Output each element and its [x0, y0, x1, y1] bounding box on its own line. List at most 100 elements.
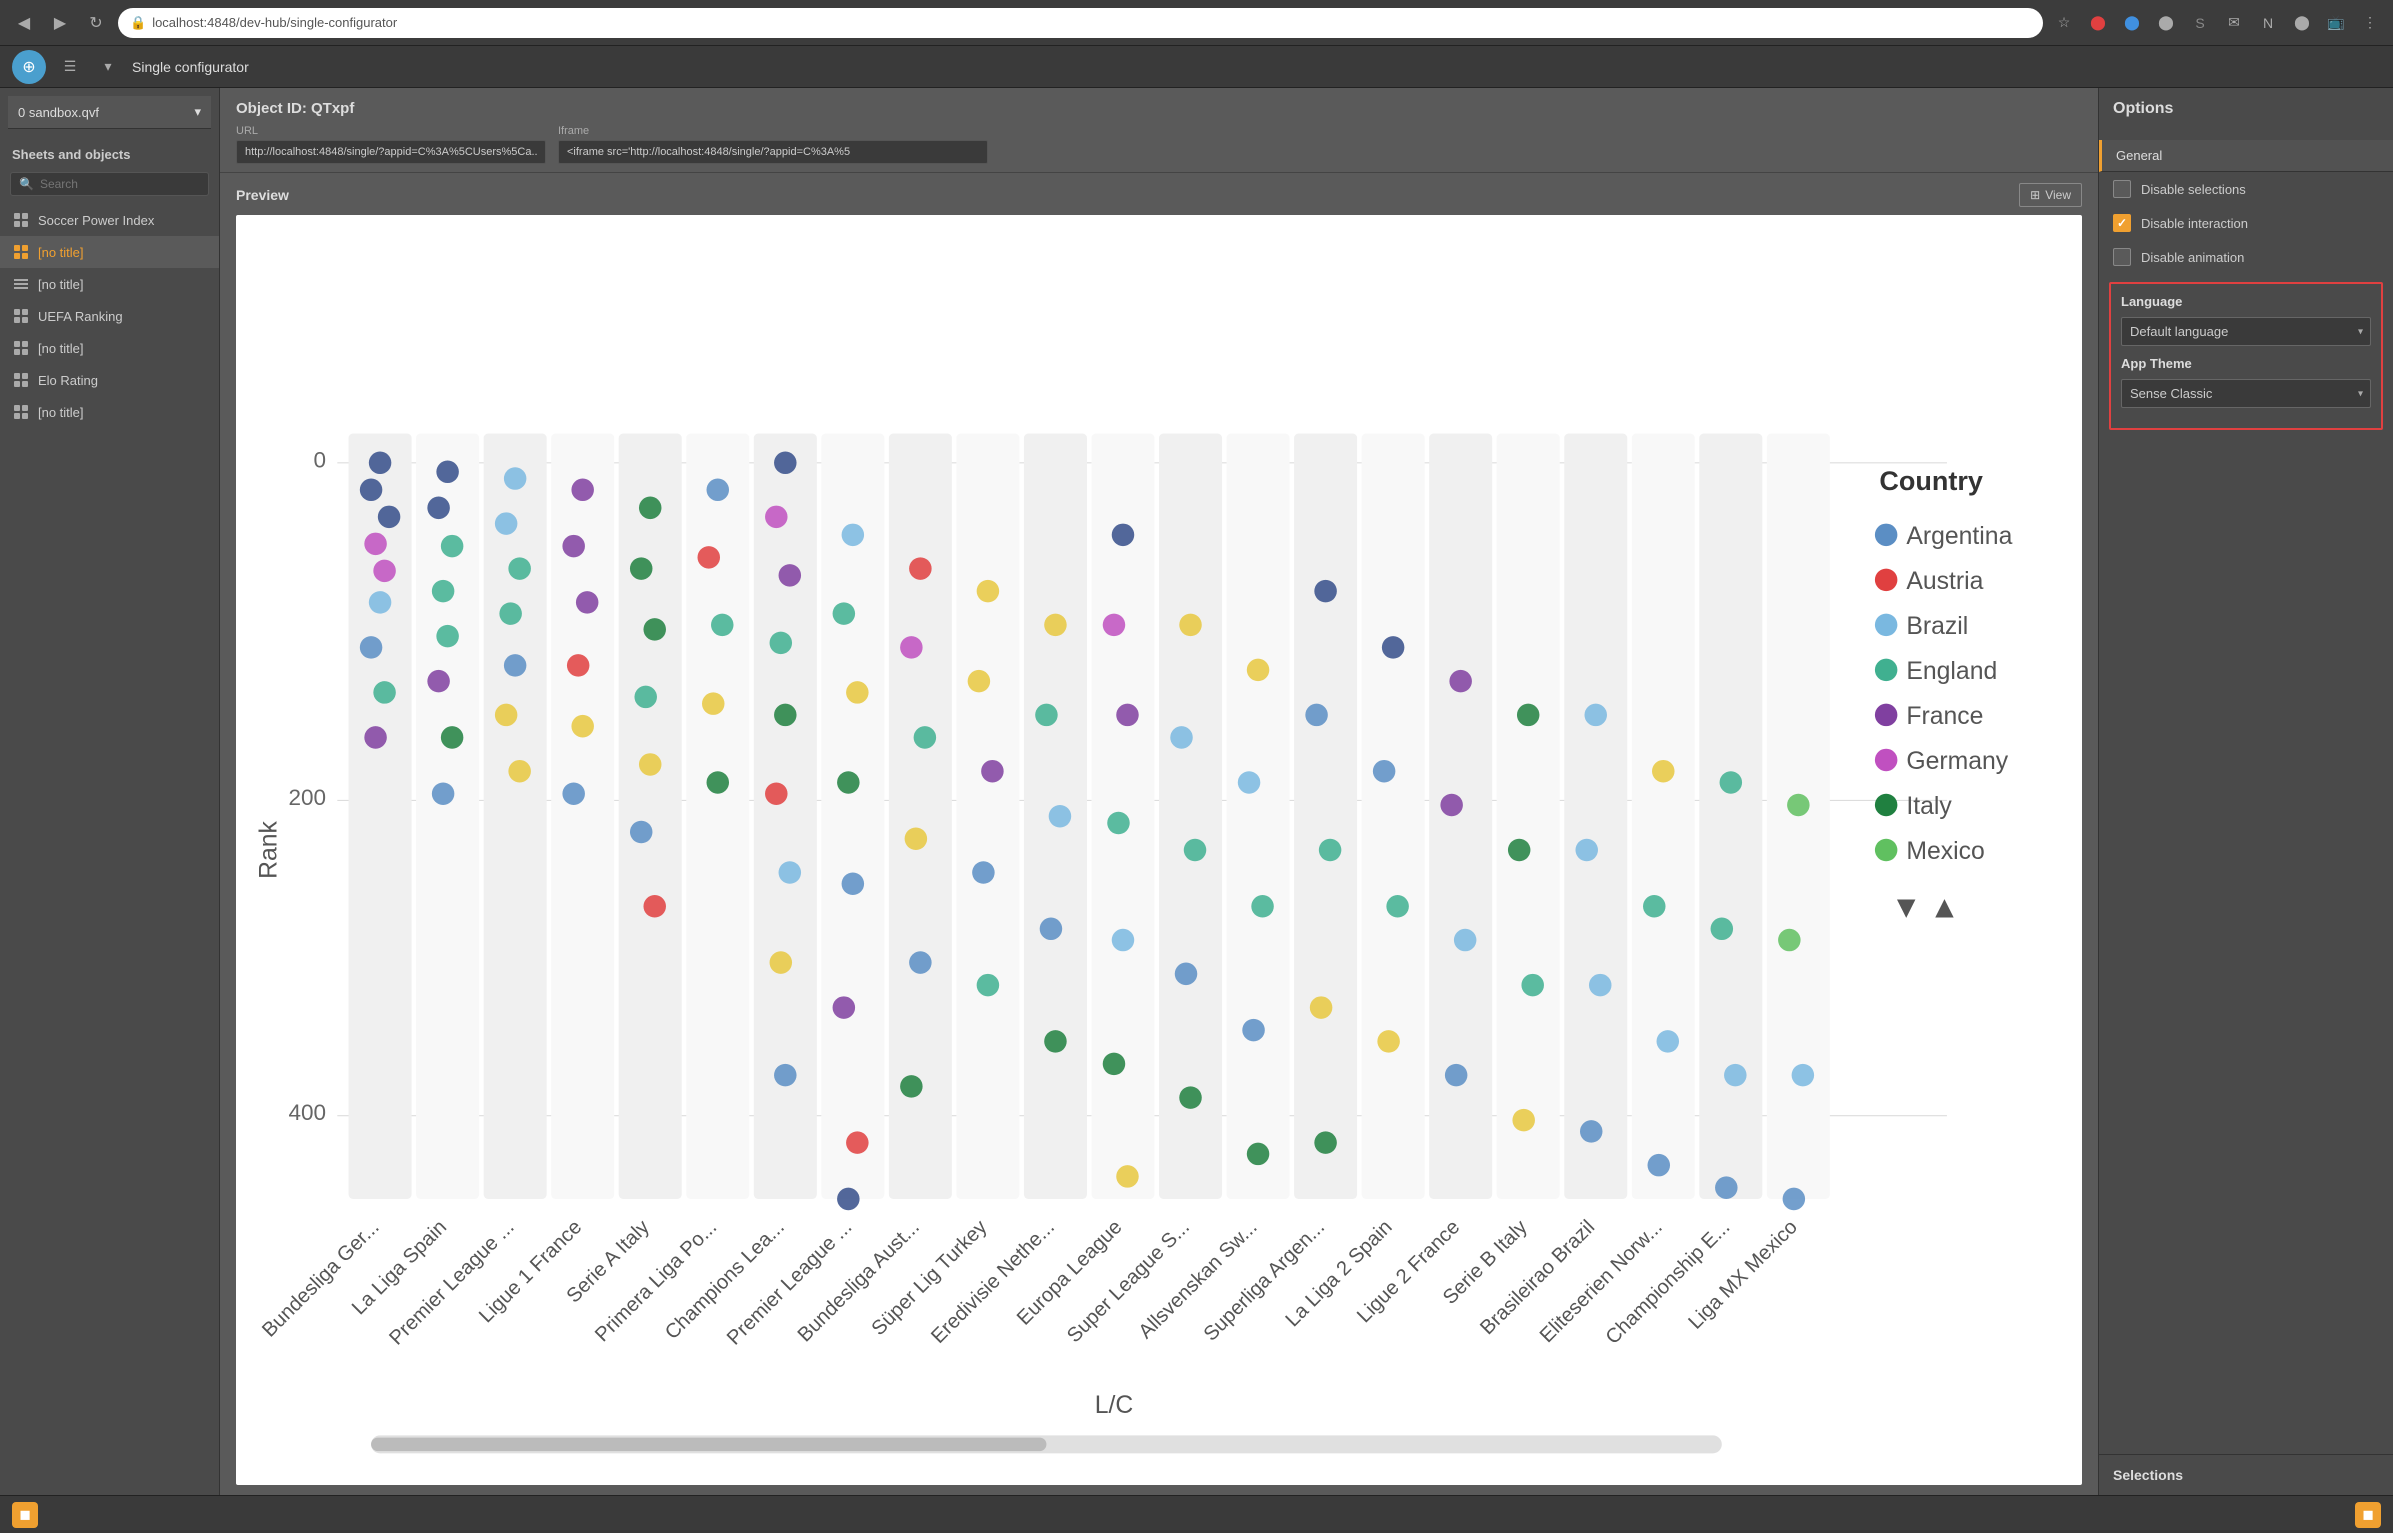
disable-interaction-checkbox[interactable] — [2113, 214, 2131, 232]
selections-title: Selections — [2113, 1467, 2379, 1483]
sidebar-item-label: [no title] — [38, 277, 84, 292]
object-icon-4 — [12, 403, 30, 421]
bottom-left-icon[interactable]: ◼ — [12, 1502, 38, 1528]
language-dropdown[interactable]: Default language English German French — [2121, 317, 2371, 346]
dropdown-icon-button[interactable]: ▾ — [94, 53, 122, 81]
selections-section: Selections — [2099, 1454, 2393, 1495]
sidebar-item-label: UEFA Ranking — [38, 309, 123, 324]
app-toolbar-title: Single configurator — [132, 59, 249, 75]
sidebar-item-notitle-1[interactable]: [no title] — [0, 236, 219, 268]
sidebar-item-uefa[interactable]: UEFA Ranking — [0, 300, 219, 332]
svg-text:France: France — [1906, 703, 1983, 730]
language-dropdown-wrapper: Default language English German French ▾ — [2121, 317, 2371, 346]
svg-text:England: England — [1906, 658, 1997, 685]
list-icon-button[interactable]: ☰ — [56, 53, 84, 81]
object-id-label: Object ID: QTxpf — [236, 100, 2082, 117]
preview-section: Preview ⊞ View Rank 0 200 — [220, 173, 2098, 1495]
view-button[interactable]: ⊞ View — [2019, 183, 2082, 207]
browser-icons: ☆ ⬤ ⬤ ⬤ S ✉ N ⬤ 📺 ⋮ — [2051, 10, 2383, 36]
svg-text:0: 0 — [314, 447, 327, 472]
view-icon: ⊞ — [2030, 188, 2040, 202]
bottom-right-icon[interactable]: ◼ — [2355, 1502, 2381, 1528]
sheet-icon — [12, 211, 30, 229]
disable-animation-label: Disable animation — [2141, 250, 2244, 265]
iframe-input[interactable] — [558, 140, 988, 164]
disable-selections-checkbox[interactable] — [2113, 180, 2131, 198]
svg-text:Mexico: Mexico — [1906, 838, 1984, 865]
object-icon-3 — [12, 339, 30, 357]
chart-svg: Rank 0 200 400 — [236, 215, 2082, 1485]
view-label: View — [2045, 188, 2071, 202]
address-bar[interactable]: 🔒 localhost:4848/dev-hub/single-configur… — [118, 8, 2043, 38]
svg-text:Germany: Germany — [1906, 748, 2008, 775]
sidebar-section-title: Sheets and objects — [0, 137, 219, 168]
panel-bottom-spacer — [2099, 438, 2393, 1454]
iframe-label: Iframe — [558, 125, 988, 137]
app-selector-chevron: ▾ — [194, 104, 201, 120]
ext7-button[interactable]: ⬤ — [2289, 10, 2315, 36]
preview-title: Preview — [236, 187, 289, 203]
search-box[interactable]: 🔍 — [10, 172, 209, 196]
object-icon-2 — [12, 275, 30, 293]
cast-button[interactable]: 📺 — [2323, 10, 2349, 36]
sidebar-item-elo[interactable]: Elo Rating — [0, 364, 219, 396]
app-toolbar: ⊕ ☰ ▾ Single configurator — [0, 46, 2393, 88]
ext2-button[interactable]: ⬤ — [2119, 10, 2145, 36]
sheet-icon-3 — [12, 371, 30, 389]
sidebar-item-notitle-3[interactable]: [no title] — [0, 332, 219, 364]
disable-animation-checkbox[interactable] — [2113, 248, 2131, 266]
language-label: Language — [2121, 294, 2371, 309]
svg-text:Rank: Rank — [256, 820, 283, 878]
menu-button[interactable]: ⋮ — [2357, 10, 2383, 36]
content-header: Object ID: QTxpf URL Iframe — [220, 88, 2098, 173]
ext1-button[interactable]: ⬤ — [2085, 10, 2111, 36]
svg-text:Country: Country — [1879, 466, 1983, 496]
sidebar-item-notitle-2[interactable]: [no title] — [0, 268, 219, 300]
app-theme-dropdown-wrapper: Sense Classic Sense Focus Sense Breeze ▾ — [2121, 379, 2371, 408]
ext6-button[interactable]: N — [2255, 10, 2281, 36]
sidebar-item-notitle-4[interactable]: [no title] — [0, 396, 219, 428]
svg-text:Austria: Austria — [1906, 568, 1983, 595]
app-logo-button[interactable]: ⊕ — [12, 50, 46, 84]
ext4-button[interactable]: S — [2187, 10, 2213, 36]
app-selector-button[interactable]: 0 sandbox.qvf ▾ — [8, 96, 211, 129]
disable-selections-label: Disable selections — [2141, 182, 2246, 197]
svg-text:▼: ▼ — [1891, 889, 1922, 925]
star-button[interactable]: ☆ — [2051, 10, 2077, 36]
url-label: URL — [236, 125, 546, 137]
options-title: Options — [2113, 100, 2379, 118]
disable-animation-row: Disable animation — [2099, 240, 2393, 274]
ext3-button[interactable]: ⬤ — [2153, 10, 2179, 36]
language-theme-section: Language Default language English German… — [2109, 282, 2383, 430]
sidebar-item-soccer[interactable]: Soccer Power Index — [0, 204, 219, 236]
sidebar: 0 sandbox.qvf ▾ Sheets and objects 🔍 Soc… — [0, 88, 220, 1495]
reload-button[interactable]: ↻ — [82, 9, 110, 37]
svg-text:400: 400 — [289, 1100, 327, 1125]
app-theme-dropdown[interactable]: Sense Classic Sense Focus Sense Breeze — [2121, 379, 2371, 408]
disable-interaction-label: Disable interaction — [2141, 216, 2248, 231]
sidebar-item-label: [no title] — [38, 245, 84, 260]
address-text: localhost:4848/dev-hub/single-configurat… — [152, 15, 397, 30]
url-field: URL — [236, 125, 546, 164]
url-section: URL Iframe — [236, 125, 2082, 164]
tab-general[interactable]: General — [2099, 140, 2393, 172]
svg-text:L/C: L/C — [1095, 1392, 1134, 1419]
sheet-icon-2 — [12, 307, 30, 325]
iframe-field: Iframe — [558, 125, 988, 164]
search-input[interactable] — [40, 177, 200, 191]
preview-header: Preview ⊞ View — [236, 183, 2082, 207]
ext5-button[interactable]: ✉ — [2221, 10, 2247, 36]
back-button[interactable]: ◀ — [10, 9, 38, 37]
chart-container: Rank 0 200 400 — [236, 215, 2082, 1485]
disable-interaction-row: Disable interaction — [2099, 206, 2393, 240]
disable-selections-row: Disable selections — [2099, 172, 2393, 206]
svg-text:Brazil: Brazil — [1906, 613, 1968, 640]
search-icon: 🔍 — [19, 177, 34, 191]
forward-button[interactable]: ▶ — [46, 9, 74, 37]
main-layout: 0 sandbox.qvf ▾ Sheets and objects 🔍 Soc… — [0, 88, 2393, 1495]
url-input[interactable] — [236, 140, 546, 164]
main-content: Object ID: QTxpf URL Iframe Preview ⊞ Vi… — [220, 88, 2098, 1495]
tab-general-label: General — [2116, 148, 2162, 163]
svg-text:Argentina: Argentina — [1906, 523, 2012, 550]
object-icon-1 — [12, 243, 30, 261]
